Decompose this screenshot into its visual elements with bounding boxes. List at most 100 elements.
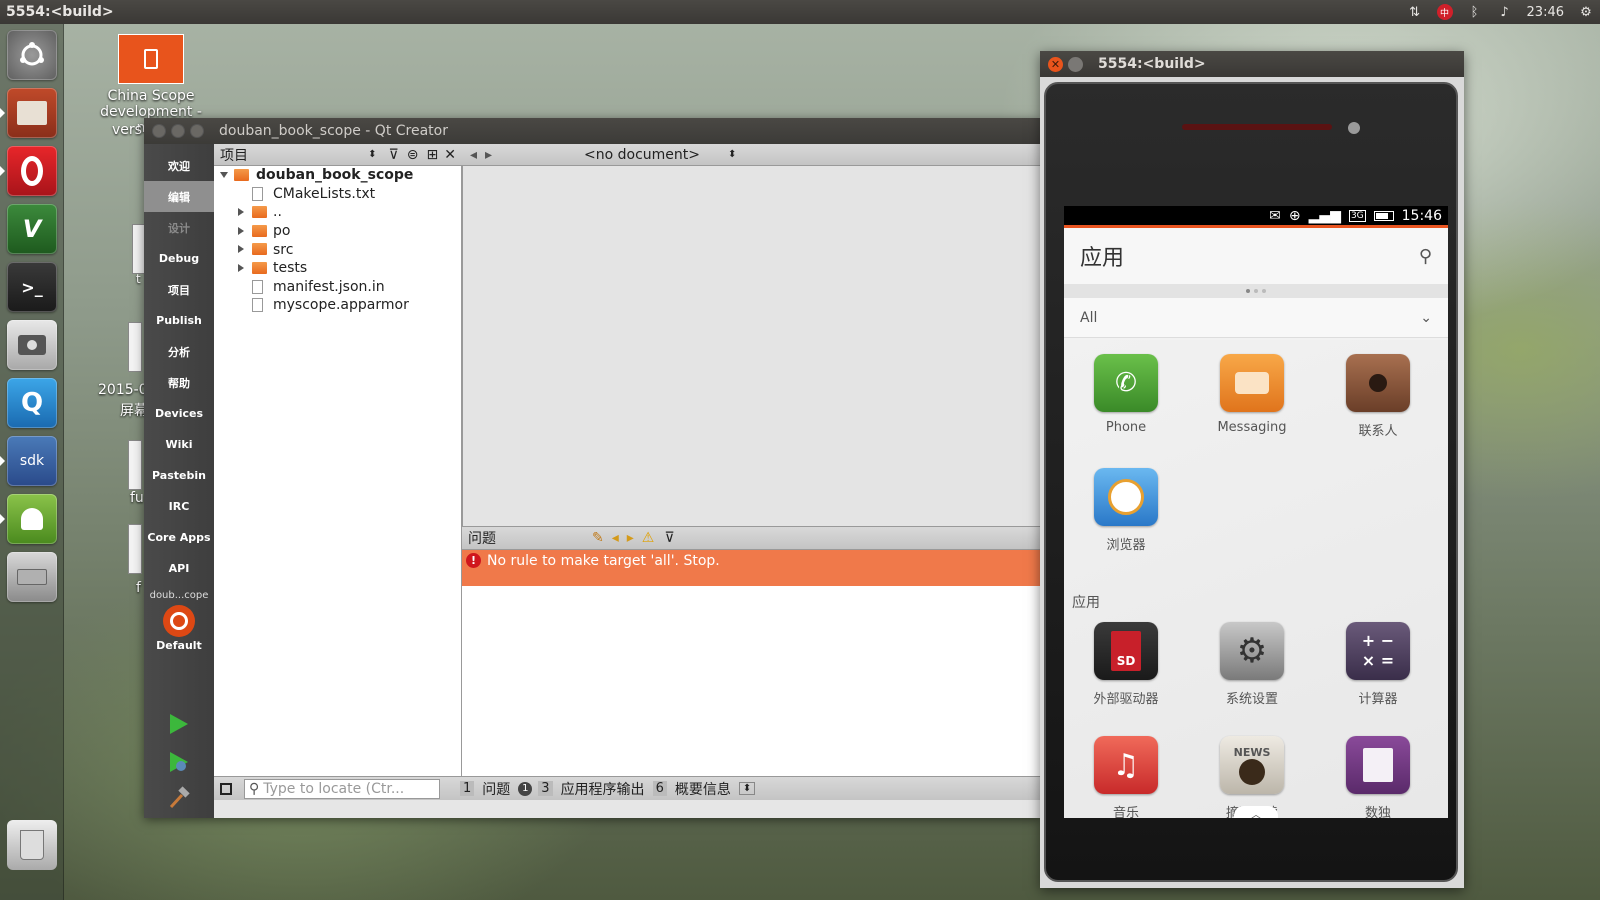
clear-icon[interactable]: ✎	[592, 530, 604, 546]
desktop-file[interactable]	[128, 322, 142, 372]
drive-icon[interactable]	[7, 552, 57, 602]
output-tab-app-output[interactable]: 应用程序输出	[559, 779, 647, 799]
expand-right-icon[interactable]	[238, 226, 244, 235]
app-external-drives[interactable]: SD 外部驱动器	[1076, 622, 1176, 707]
app-calculator[interactable]: + − × = 计算器	[1328, 622, 1428, 707]
vim-icon[interactable]: V	[7, 204, 57, 254]
mode-devices[interactable]: Devices	[144, 398, 214, 429]
sync-icon[interactable]: ⊜	[407, 147, 419, 163]
opera-icon[interactable]	[7, 146, 57, 196]
debug-run-icon[interactable]	[167, 750, 191, 778]
output-tab-issues[interactable]: 问题	[480, 779, 512, 799]
build-hammer-icon[interactable]	[167, 786, 191, 814]
forward-arrow-icon[interactable]: ▸	[485, 147, 492, 163]
mode-analyze[interactable]: 分析	[144, 336, 214, 367]
gear-icon[interactable]: ⚙	[1578, 4, 1594, 20]
desktop-file[interactable]	[128, 524, 142, 574]
input-method-icon[interactable]: 中	[1436, 4, 1453, 20]
mode-help[interactable]: 帮助	[144, 367, 214, 398]
editor-area[interactable]	[462, 166, 1040, 526]
tree-item[interactable]: manifest.json.in	[214, 278, 461, 297]
bottom-edge-hint-icon[interactable]: ︿	[1234, 806, 1278, 818]
clock[interactable]: 23:46	[1527, 5, 1564, 20]
search-icon[interactable]: ⚲	[1419, 246, 1432, 267]
desktop-label-fragment: vers	[112, 122, 142, 138]
document-combo[interactable]: <no document>	[522, 147, 762, 163]
close-icon[interactable]: ✕	[1048, 56, 1063, 72]
minimize-icon[interactable]	[1068, 56, 1083, 72]
indicator-area: ⇅ 中 ᛒ ♪ 23:46 ⚙	[1407, 4, 1594, 20]
back-arrow-icon[interactable]: ◂	[470, 147, 477, 163]
expand-down-icon[interactable]	[220, 172, 228, 178]
issue-row[interactable]: ! No rule to make target 'all'. Stop.	[462, 550, 1040, 586]
expand-right-icon[interactable]	[238, 208, 244, 217]
bluetooth-icon[interactable]: ᛒ	[1467, 4, 1483, 20]
tree-item[interactable]: tests	[214, 259, 461, 278]
combo-arrows-icon[interactable]: ⬍	[728, 149, 736, 160]
mode-api[interactable]: API	[144, 553, 214, 584]
app-messaging[interactable]: Messaging	[1202, 354, 1302, 435]
filter-icon[interactable]: ⊽	[389, 147, 399, 163]
close-icon[interactable]	[152, 124, 166, 138]
mode-irc[interactable]: IRC	[144, 491, 214, 522]
output-tab-number[interactable]: 6	[652, 781, 667, 796]
more-tabs-icon[interactable]: ⬍	[738, 782, 756, 795]
mode-wiki[interactable]: Wiki	[144, 429, 214, 460]
mode-projects[interactable]: 项目	[144, 274, 214, 305]
qq-icon[interactable]: Q	[7, 378, 57, 428]
locator-input[interactable]: ⚲ Type to locate (Ctr...	[244, 778, 440, 799]
terminal-icon[interactable]: >_	[7, 262, 57, 312]
network-icon[interactable]: ⇅	[1407, 4, 1423, 20]
run-icon[interactable]	[167, 712, 191, 740]
toggle-sidebar-icon[interactable]	[220, 782, 232, 795]
mode-design[interactable]: 设计	[144, 212, 214, 243]
mode-edit[interactable]: 编辑	[144, 181, 214, 212]
expand-right-icon[interactable]	[238, 245, 244, 254]
kit-selector[interactable]: doub...cope Default	[144, 590, 214, 652]
tree-item[interactable]: CMakeLists.txt	[214, 185, 461, 204]
screenshot-icon[interactable]	[7, 320, 57, 370]
output-tab-number[interactable]: 3	[538, 781, 553, 796]
desktop-file[interactable]	[128, 440, 142, 490]
mode-debug[interactable]: Debug	[144, 243, 214, 274]
app-music[interactable]: ♫ 音乐	[1076, 736, 1176, 818]
tree-item[interactable]: ..	[214, 203, 461, 222]
mode-welcome[interactable]: 欢迎	[144, 150, 214, 181]
app-sudoku[interactable]: 数独	[1328, 736, 1428, 818]
output-tab-general-messages[interactable]: 概要信息	[673, 779, 733, 799]
close-pane-icon[interactable]: ✕	[444, 147, 456, 163]
mode-pastebin[interactable]: Pastebin	[144, 460, 214, 491]
volume-icon[interactable]: ♪	[1497, 4, 1513, 20]
sdk-icon[interactable]: sdk	[7, 436, 57, 486]
split-icon[interactable]: ⊞	[427, 147, 439, 163]
page-indicator	[1064, 284, 1448, 298]
tree-item[interactable]: po	[214, 222, 461, 241]
pane-combo-arrows-icon[interactable]: ⬍	[368, 149, 376, 160]
filter-icon[interactable]: ⊽	[664, 530, 674, 546]
mode-core-apps[interactable]: Core Apps	[144, 522, 214, 553]
prev-item-icon[interactable]: ◂	[612, 530, 619, 546]
app-phone[interactable]: ✆ Phone	[1076, 354, 1176, 435]
next-item-icon[interactable]: ▸	[627, 530, 634, 546]
files-icon[interactable]	[7, 88, 57, 138]
phone-screen[interactable]: ✉ ⊕ ▂▄▆ 3G 15:46 应用 ⚲ All ⌄ ✆ Phone Mess…	[1064, 206, 1448, 818]
running-pip	[0, 514, 5, 524]
app-system-settings[interactable]: ⚙ 系统设置	[1202, 622, 1302, 707]
output-tab-number[interactable]: 1	[460, 781, 475, 796]
department-filter[interactable]: All ⌄	[1064, 298, 1448, 338]
android-icon[interactable]	[7, 494, 57, 544]
tree-item[interactable]: src	[214, 240, 461, 259]
app-browser[interactable]: 浏览器	[1076, 468, 1176, 553]
ubuntu-dash-icon[interactable]	[7, 30, 57, 80]
phone-clock: 15:46	[1401, 207, 1442, 224]
minimize-icon[interactable]	[171, 124, 185, 138]
warning-icon[interactable]: ⚠	[642, 530, 655, 546]
mode-publish[interactable]: Publish	[144, 305, 214, 336]
trash-icon[interactable]	[7, 820, 57, 870]
issue-message: No rule to make target 'all'. Stop.	[487, 553, 720, 569]
maximize-icon[interactable]	[190, 124, 204, 138]
tree-item[interactable]: myscope.apparmor	[214, 296, 461, 315]
tree-item-root[interactable]: douban_book_scope	[214, 166, 461, 185]
app-contacts[interactable]: 联系人	[1328, 354, 1428, 439]
expand-right-icon[interactable]	[238, 263, 244, 272]
